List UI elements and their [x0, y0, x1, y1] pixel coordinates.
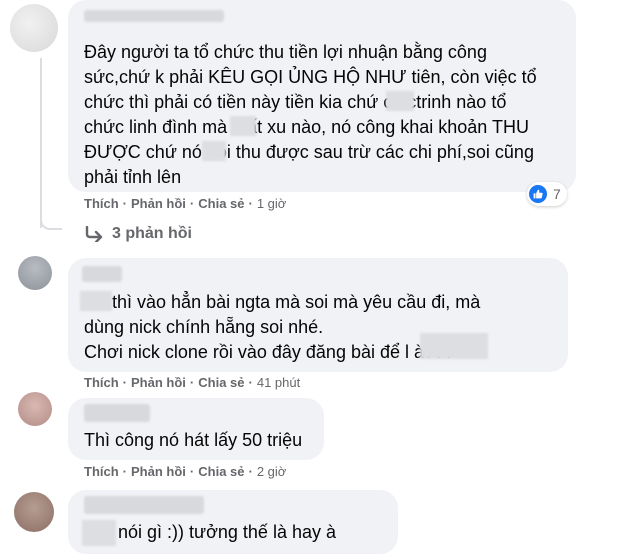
- reply-button[interactable]: Phản hồi: [131, 464, 186, 479]
- comment-actions: Thích · Phản hồi · Chia sẻ · 41 phút: [84, 375, 301, 390]
- like-reaction-icon: [529, 185, 547, 203]
- share-button[interactable]: Chia sẻ: [198, 196, 244, 211]
- reaction-count: 7: [553, 186, 561, 202]
- comment-line: ĐƯỢC chứ nó nói thu được sau trừ các chi…: [84, 142, 534, 162]
- comment-line: soi thì vào hẳn bài ngta mà soi mà yêu c…: [84, 292, 481, 312]
- replies-count-label: 3 phản hồi: [112, 225, 192, 242]
- like-button[interactable]: Thích: [84, 196, 119, 211]
- timestamp[interactable]: 1 giờ: [257, 196, 287, 211]
- reaction-summary[interactable]: 7: [527, 182, 567, 206]
- commenter-name-redacted[interactable]: [84, 404, 150, 422]
- comment-line: sức,chứ k phải KÊU GỌI ỦNG HỘ NHƯ tiên, …: [84, 67, 537, 87]
- thread-line: [40, 58, 42, 228]
- thread-hook: [40, 216, 62, 230]
- censor-blur: [420, 333, 488, 359]
- censor-blur: [80, 291, 112, 311]
- commenter-name-redacted[interactable]: [84, 496, 204, 514]
- avatar[interactable]: [10, 4, 58, 52]
- censor-blur: [82, 520, 116, 546]
- comment-line: chức thì phải có tiền này tiền kia chứ c…: [84, 92, 507, 112]
- censor-blur: [386, 91, 414, 111]
- avatar[interactable]: [18, 392, 52, 426]
- reply-arrow-icon: [85, 226, 103, 242]
- censor-blur: [202, 141, 226, 161]
- comment-line: dùng nick chính hẵng soi nhé.: [84, 317, 324, 337]
- timestamp[interactable]: 41 phút: [257, 375, 300, 390]
- like-button[interactable]: Thích: [84, 375, 119, 390]
- commenter-name-redacted[interactable]: [82, 266, 122, 282]
- comment-actions: Thích · Phản hồi · Chia sẻ · 1 giờ: [84, 196, 287, 211]
- comment-actions: Thích · Phản hồi · Chia sẻ · 2 giờ: [84, 464, 287, 479]
- share-button[interactable]: Chia sẻ: [198, 464, 244, 479]
- comment-line: chức linh đình mà mất xu nào, nó công kh…: [84, 117, 529, 137]
- censor-blur: [230, 116, 256, 136]
- avatar[interactable]: [18, 256, 52, 290]
- timestamp[interactable]: 2 giờ: [257, 464, 287, 479]
- comment-line: phải tỉnh lên: [84, 167, 182, 187]
- view-replies-button[interactable]: 3 phản hồi: [84, 225, 192, 243]
- like-button[interactable]: Thích: [84, 464, 119, 479]
- comment-line: Thì công nó hát lấy 50 triệu: [84, 430, 303, 450]
- commenter-name-redacted[interactable]: [84, 10, 224, 22]
- reply-button[interactable]: Phản hồi: [131, 196, 186, 211]
- comment-line: Chơi nick clone rồi vào đây đăng bài để …: [84, 342, 455, 362]
- avatar[interactable]: [14, 492, 54, 532]
- comment-line: biết nói gì :)) tưởng thế là hay à: [84, 522, 336, 542]
- comment-line: Đây người ta tổ chức thu tiền lợi nhuận …: [84, 42, 487, 62]
- reply-button[interactable]: Phản hồi: [131, 375, 186, 390]
- share-button[interactable]: Chia sẻ: [198, 375, 244, 390]
